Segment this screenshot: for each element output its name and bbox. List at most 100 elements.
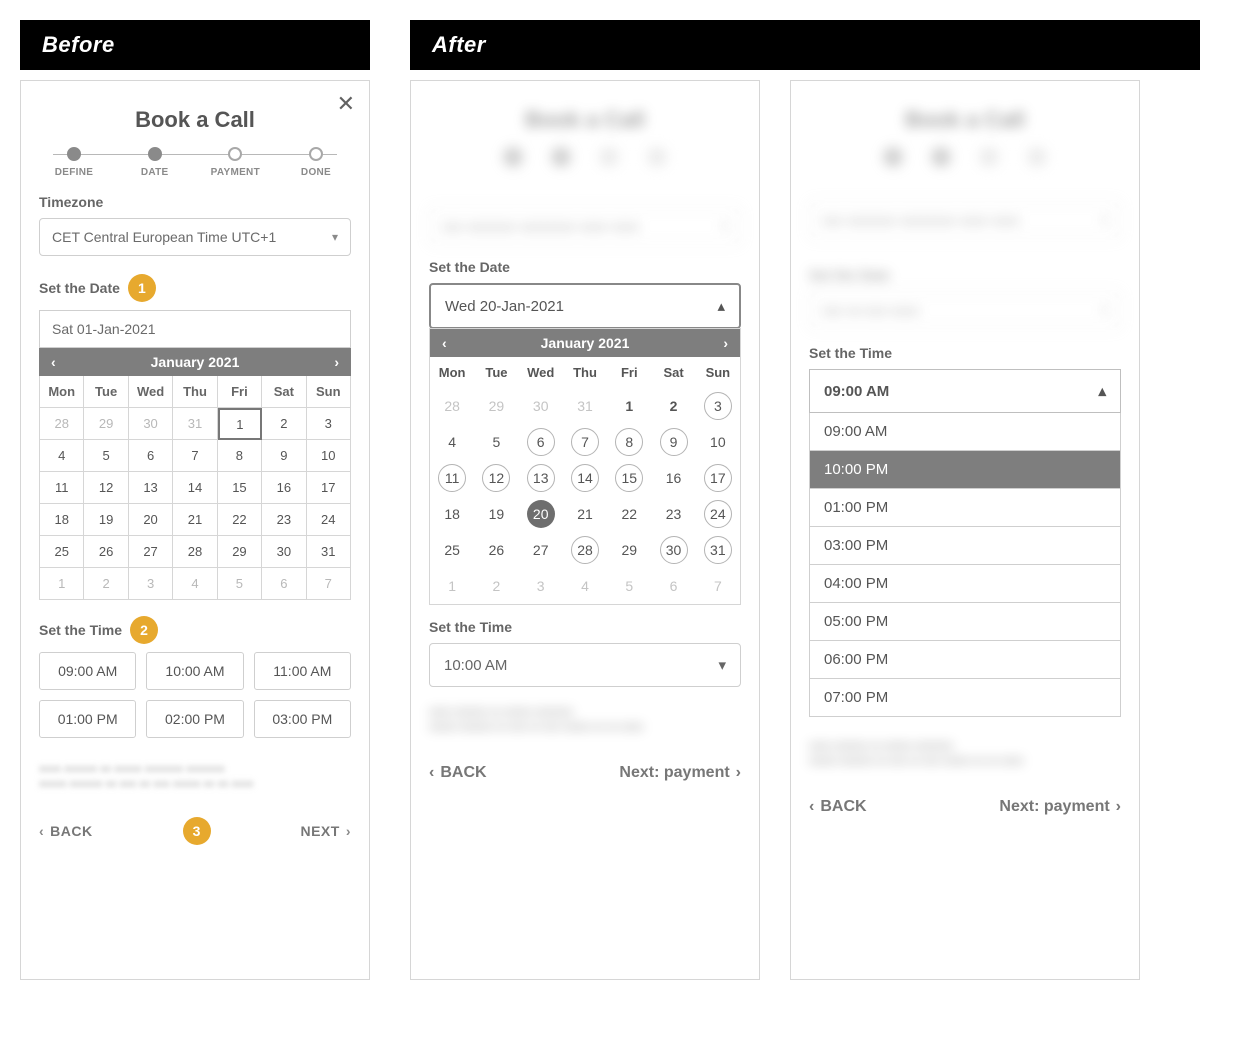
time-slot-button[interactable]: 10:00 AM <box>146 652 243 690</box>
calendar-day[interactable]: 3 <box>129 568 173 600</box>
time-slot-button[interactable]: 11:00 AM <box>254 652 351 690</box>
calendar-day[interactable]: 24 <box>307 504 351 536</box>
calendar-day[interactable]: 31 <box>173 408 217 440</box>
calendar-day[interactable]: 28 <box>40 408 84 440</box>
calendar-day[interactable]: 29 <box>84 408 128 440</box>
calendar-day[interactable]: 11 <box>430 460 474 496</box>
calendar-day[interactable]: 4 <box>173 568 217 600</box>
calendar-day[interactable]: 31 <box>307 536 351 568</box>
calendar-day[interactable]: 30 <box>262 536 306 568</box>
calendar-day[interactable]: 4 <box>563 568 607 604</box>
calendar-day[interactable]: 31 <box>696 532 740 568</box>
time-option[interactable]: 06:00 PM <box>810 641 1120 679</box>
calendar-day[interactable]: 26 <box>474 532 518 568</box>
calendar-day[interactable]: 23 <box>262 504 306 536</box>
calendar-day[interactable]: 3 <box>519 568 563 604</box>
time-slot-button[interactable]: 03:00 PM <box>254 700 351 738</box>
calendar-day[interactable]: 7 <box>563 424 607 460</box>
calendar-day[interactable]: 30 <box>519 388 563 424</box>
calendar-day[interactable]: 5 <box>84 440 128 472</box>
calendar-day[interactable]: 30 <box>129 408 173 440</box>
back-button[interactable]: ‹ BACK <box>429 764 487 782</box>
calendar-day[interactable]: 18 <box>40 504 84 536</box>
time-slot-button[interactable]: 01:00 PM <box>39 700 136 738</box>
calendar-day[interactable]: 28 <box>563 532 607 568</box>
calendar-day[interactable]: 15 <box>218 472 262 504</box>
date-dropdown[interactable]: Wed 20-Jan-2021 <box>429 283 741 329</box>
calendar-day[interactable]: 30 <box>651 532 695 568</box>
calendar-day[interactable]: 16 <box>262 472 306 504</box>
next-button[interactable]: NEXT › <box>300 823 351 839</box>
close-icon[interactable]: ✕ <box>337 91 355 117</box>
next-button[interactable]: Next: payment › <box>619 764 741 782</box>
prev-month-icon[interactable]: ‹ <box>438 335 451 351</box>
time-option[interactable]: 01:00 PM <box>810 489 1120 527</box>
next-month-icon[interactable]: › <box>719 335 732 351</box>
calendar-day[interactable]: 15 <box>607 460 651 496</box>
time-option[interactable]: 04:00 PM <box>810 565 1120 603</box>
calendar-day[interactable]: 17 <box>696 460 740 496</box>
calendar-day[interactable]: 6 <box>519 424 563 460</box>
time-slot-button[interactable]: 02:00 PM <box>146 700 243 738</box>
next-button[interactable]: Next: payment › <box>999 798 1121 816</box>
calendar-day[interactable]: 1 <box>40 568 84 600</box>
calendar-day[interactable]: 2 <box>84 568 128 600</box>
time-dropdown-header[interactable]: 09:00 AM <box>809 369 1121 413</box>
calendar-day[interactable]: 23 <box>651 496 695 532</box>
date-input[interactable]: Sat 01-Jan-2021 <box>39 310 351 348</box>
time-select[interactable]: 10:00 AM <box>429 643 741 687</box>
calendar-day[interactable]: 8 <box>218 440 262 472</box>
calendar-day[interactable]: 10 <box>307 440 351 472</box>
calendar-day[interactable]: 18 <box>430 496 474 532</box>
calendar-day[interactable]: 1 <box>218 408 262 440</box>
calendar-day[interactable]: 21 <box>173 504 217 536</box>
timezone-select[interactable]: CET Central European Time UTC+1 <box>39 218 351 256</box>
time-slot-button[interactable]: 09:00 AM <box>39 652 136 690</box>
calendar-day[interactable]: 21 <box>563 496 607 532</box>
calendar-day[interactable]: 13 <box>129 472 173 504</box>
calendar-day[interactable]: 2 <box>651 388 695 424</box>
calendar-day[interactable]: 25 <box>430 532 474 568</box>
calendar-day[interactable]: 7 <box>307 568 351 600</box>
calendar-day[interactable]: 29 <box>474 388 518 424</box>
calendar-day[interactable]: 7 <box>173 440 217 472</box>
calendar-day[interactable]: 3 <box>696 388 740 424</box>
time-option[interactable]: 10:00 PM <box>810 451 1120 489</box>
calendar-day[interactable]: 5 <box>474 424 518 460</box>
calendar-day[interactable]: 31 <box>563 388 607 424</box>
next-month-icon[interactable]: › <box>330 354 343 370</box>
calendar-day[interactable]: 14 <box>173 472 217 504</box>
calendar-day[interactable]: 29 <box>607 532 651 568</box>
time-option[interactable]: 05:00 PM <box>810 603 1120 641</box>
calendar-day[interactable]: 19 <box>84 504 128 536</box>
calendar-day[interactable]: 27 <box>519 532 563 568</box>
calendar-day[interactable]: 2 <box>262 408 306 440</box>
calendar-day[interactable]: 6 <box>129 440 173 472</box>
calendar-day[interactable]: 5 <box>607 568 651 604</box>
calendar-day[interactable]: 11 <box>40 472 84 504</box>
calendar-day[interactable]: 28 <box>173 536 217 568</box>
calendar-day[interactable]: 29 <box>218 536 262 568</box>
time-option[interactable]: 03:00 PM <box>810 527 1120 565</box>
calendar-day[interactable]: 28 <box>430 388 474 424</box>
calendar-day[interactable]: 17 <box>307 472 351 504</box>
calendar-day[interactable]: 20 <box>519 496 563 532</box>
prev-month-icon[interactable]: ‹ <box>47 354 60 370</box>
calendar-day[interactable]: 3 <box>307 408 351 440</box>
calendar-day[interactable]: 13 <box>519 460 563 496</box>
calendar-day[interactable]: 22 <box>607 496 651 532</box>
calendar-day[interactable]: 22 <box>218 504 262 536</box>
calendar-day[interactable]: 26 <box>84 536 128 568</box>
calendar-day[interactable]: 14 <box>563 460 607 496</box>
calendar-day[interactable]: 27 <box>129 536 173 568</box>
calendar-day[interactable]: 20 <box>129 504 173 536</box>
calendar-day[interactable]: 12 <box>84 472 128 504</box>
calendar-day[interactable]: 6 <box>262 568 306 600</box>
calendar-day[interactable]: 2 <box>474 568 518 604</box>
calendar-day[interactable]: 1 <box>430 568 474 604</box>
back-button[interactable]: ‹ BACK <box>809 798 867 816</box>
calendar-day[interactable]: 9 <box>651 424 695 460</box>
calendar-day[interactable]: 1 <box>607 388 651 424</box>
calendar-day[interactable]: 24 <box>696 496 740 532</box>
calendar-day[interactable]: 16 <box>651 460 695 496</box>
